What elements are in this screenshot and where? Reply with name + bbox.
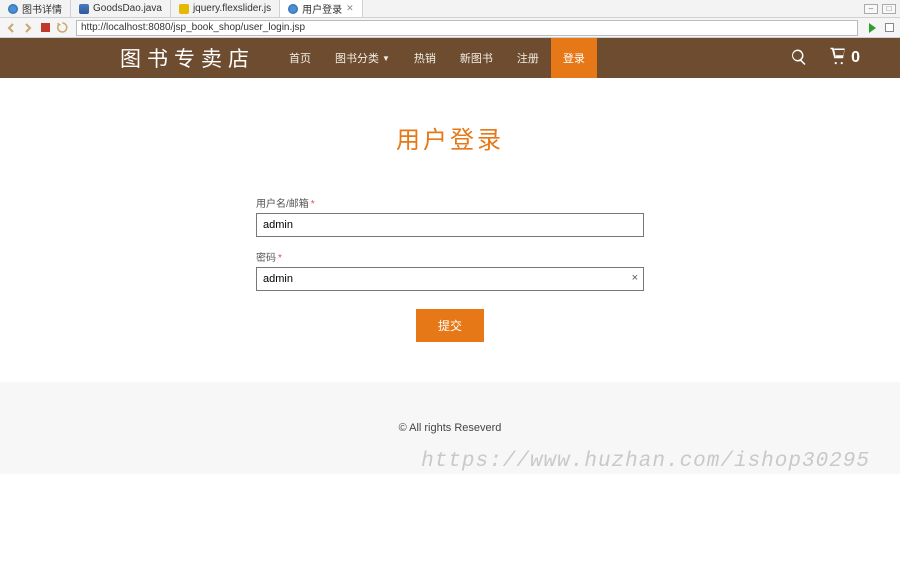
stop-button[interactable]: [38, 21, 52, 35]
page-title: 用户登录: [0, 120, 900, 155]
ide-tab[interactable]: jquery.flexslider.js: [171, 0, 280, 17]
cart-count: 0: [851, 49, 860, 67]
clear-icon[interactable]: ×: [632, 272, 638, 284]
cart-icon: [828, 47, 848, 70]
chevron-down-icon: ▼: [382, 54, 390, 63]
nav-links: 首页 图书分类▼ 热销 新图书 注册 登录: [277, 38, 597, 78]
password-label: 密码*: [256, 249, 644, 264]
go-button[interactable]: [865, 21, 879, 35]
ide-tab-bar: 图书详情 GoodsDao.java jquery.flexslider.js …: [0, 0, 900, 18]
login-form: 用户名/邮箱* 密码* × 提交: [256, 195, 644, 342]
options-button[interactable]: [882, 21, 896, 35]
tab-label: jquery.flexslider.js: [193, 3, 271, 14]
nav-item-register[interactable]: 注册: [505, 38, 551, 78]
page-body: 用户登录 用户名/邮箱* 密码* × 提交: [0, 78, 900, 382]
required-mark: *: [278, 253, 282, 264]
minimize-button[interactable]: –: [864, 4, 878, 14]
nav-item-new[interactable]: 新图书: [448, 38, 505, 78]
footer-text: © All rights Reseverd: [399, 422, 502, 434]
nav-item-home[interactable]: 首页: [277, 38, 323, 78]
ide-window-controls: – □: [864, 4, 896, 14]
forward-button[interactable]: [21, 21, 35, 35]
close-icon[interactable]: ✕: [346, 3, 354, 14]
back-button[interactable]: [4, 21, 18, 35]
username-label: 用户名/邮箱*: [256, 195, 644, 210]
ide-tab[interactable]: 图书详情: [0, 0, 71, 17]
ide-tab-active[interactable]: 用户登录 ✕: [280, 0, 363, 17]
site-brand[interactable]: 图书专卖店: [0, 43, 269, 73]
js-icon: [179, 4, 189, 14]
nav-item-login[interactable]: 登录: [551, 38, 597, 78]
world-icon: [288, 4, 298, 14]
nav-item-category[interactable]: 图书分类▼: [323, 38, 402, 78]
tab-label: 图书详情: [22, 1, 62, 16]
watermark: https://www.huzhan.com/ishop30295: [421, 450, 870, 473]
site-navbar: 图书专卖店 首页 图书分类▼ 热销 新图书 注册 登录 0: [0, 38, 900, 78]
required-mark: *: [311, 199, 315, 210]
submit-button[interactable]: 提交: [416, 309, 484, 342]
password-input[interactable]: [256, 267, 644, 291]
maximize-button[interactable]: □: [882, 4, 896, 14]
tab-label: GoodsDao.java: [93, 3, 162, 14]
url-input[interactable]: [76, 20, 858, 36]
search-icon[interactable]: [790, 48, 808, 69]
nav-item-hot[interactable]: 热销: [402, 38, 448, 78]
ide-browser-toolbar: [0, 18, 900, 38]
tab-label: 用户登录: [302, 1, 342, 16]
refresh-button[interactable]: [55, 21, 69, 35]
ide-tab[interactable]: GoodsDao.java: [71, 0, 171, 17]
java-icon: [79, 4, 89, 14]
username-input[interactable]: [256, 213, 644, 237]
cart-button[interactable]: 0: [828, 47, 860, 70]
world-icon: [8, 4, 18, 14]
